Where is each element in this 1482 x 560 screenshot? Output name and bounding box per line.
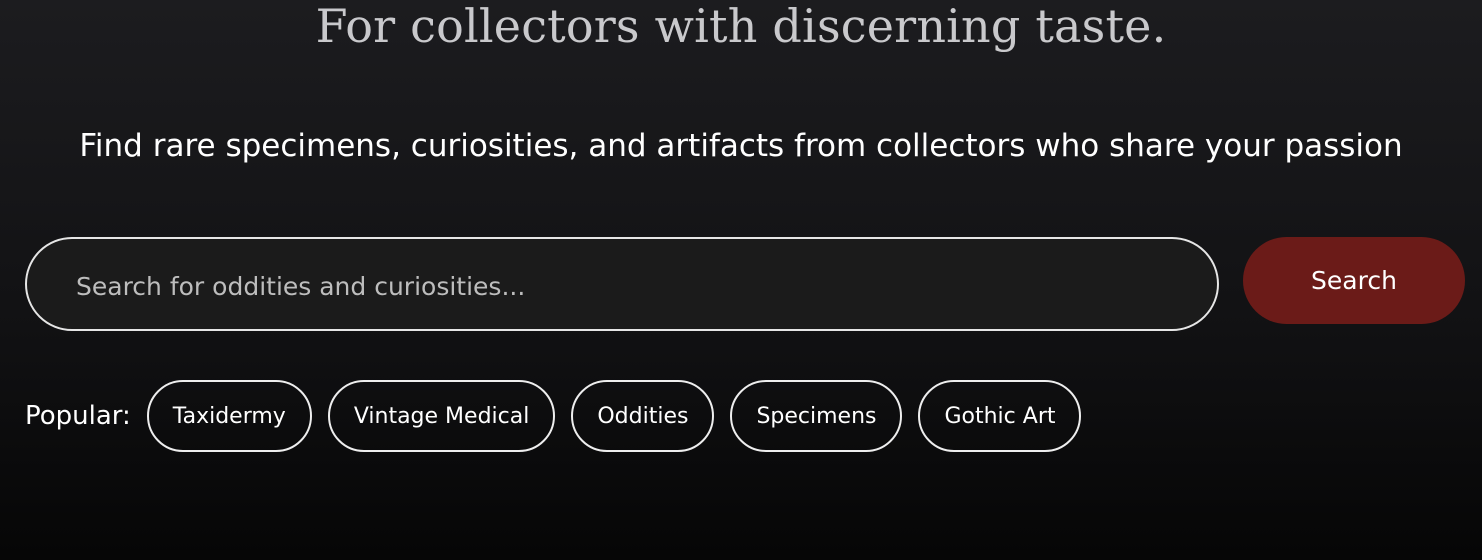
popular-tag-vintage-medical[interactable]: Vintage Medical [327, 380, 556, 452]
popular-tags-row: Popular: Taxidermy Vintage Medical Oddit… [25, 380, 1097, 452]
popular-tag-taxidermy[interactable]: Taxidermy [146, 380, 312, 452]
hero-tagline: For collectors with discerning taste. [315, 0, 1167, 53]
hero-subtitle: Find rare specimens, curiosities, and ar… [79, 128, 1403, 164]
search-button[interactable]: Search [1243, 237, 1465, 324]
popular-label: Popular: [25, 401, 131, 431]
popular-tag-gothic-art[interactable]: Gothic Art [918, 380, 1082, 452]
popular-tag-specimens[interactable]: Specimens [730, 380, 903, 452]
search-box[interactable] [25, 237, 1219, 331]
popular-tag-oddities[interactable]: Oddities [571, 380, 715, 452]
search-input[interactable] [27, 239, 1217, 329]
